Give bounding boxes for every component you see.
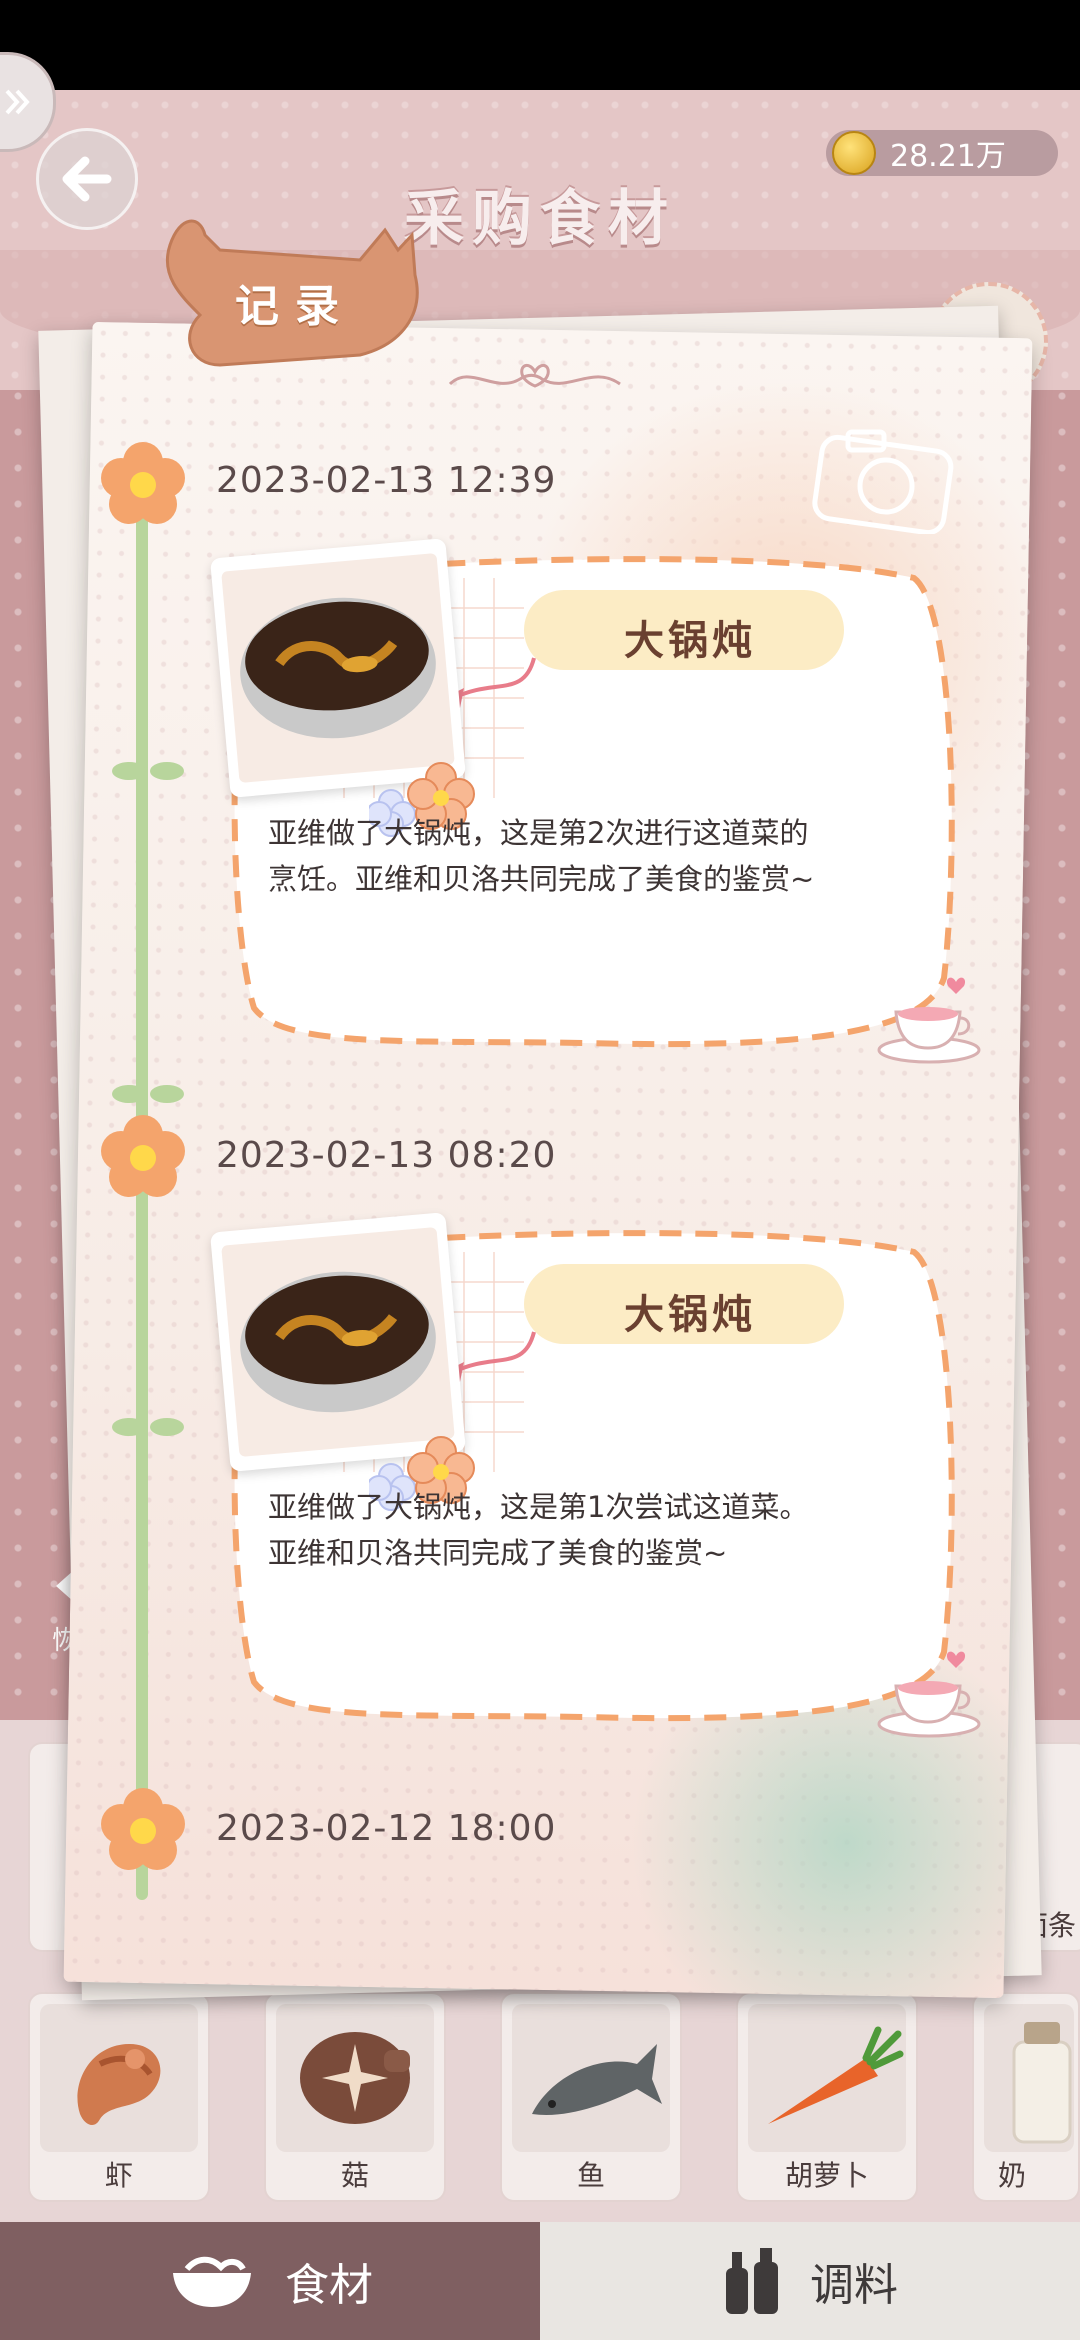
entry-timestamp: 2023-02-13 12:39 bbox=[216, 460, 557, 501]
ingredient-label: 鱼 bbox=[576, 2159, 605, 2192]
back-arrow-icon bbox=[62, 156, 112, 202]
ingredient-card-milk[interactable]: 奶 bbox=[972, 1992, 1080, 2202]
ingredient-label: 虾 bbox=[104, 2159, 133, 2192]
dish-title: 大锅炖 bbox=[624, 617, 756, 664]
tab-seasoning[interactable]: 调料 bbox=[540, 2222, 1080, 2340]
record-entry-card[interactable]: 大锅炖 亚维做了大锅炖，这是第1次尝试这道菜。 亚维和贝洛共同完成了美食的鉴赏~ bbox=[209, 1212, 981, 1738]
ingredient-card-mushroom[interactable]: 菇 bbox=[264, 1992, 446, 2202]
milk-icon bbox=[984, 2004, 1074, 2152]
leaf-icon bbox=[150, 762, 184, 780]
dish-title: 大锅炖 bbox=[624, 1291, 756, 1338]
mushroom-icon bbox=[276, 2004, 434, 2152]
ingredient-card-fish[interactable]: 鱼 bbox=[500, 1992, 682, 2202]
ingredient-card-shrimp[interactable]: 虾 bbox=[28, 1992, 210, 2202]
ingredient-card-carrot[interactable]: 胡萝卜 bbox=[736, 1992, 918, 2202]
tab-ingredients[interactable]: 食材 bbox=[0, 2222, 540, 2340]
back-button[interactable] bbox=[36, 128, 138, 230]
record-entry-card[interactable]: 大锅炖 亚维做了大锅炖，这是第2次进行这道菜的 烹饪。亚维和贝洛共同完成了美食的… bbox=[209, 538, 981, 1064]
status-bar bbox=[0, 0, 1080, 90]
teacup-icon bbox=[877, 977, 981, 1064]
fish-icon bbox=[512, 2004, 670, 2152]
leaf-icon bbox=[150, 1085, 184, 1103]
entry-description-line: 亚维和贝洛共同完成了美食的鉴赏~ bbox=[268, 1536, 728, 1570]
entry-description-line: 亚维做了大锅炖，这是第2次进行这道菜的 bbox=[268, 816, 809, 850]
leaf-icon bbox=[112, 762, 146, 780]
timeline-flower-icon bbox=[101, 1115, 185, 1197]
coin-icon bbox=[832, 131, 876, 175]
leaf-icon bbox=[150, 1418, 184, 1436]
leaf-icon bbox=[112, 1085, 146, 1103]
coin-balance: 28.21万 bbox=[826, 130, 1058, 176]
timeline-flower-icon bbox=[101, 442, 185, 524]
ingredient-label: 胡萝卜 bbox=[784, 2159, 869, 2192]
entry-description-line: 亚维做了大锅炖，这是第1次尝试这道菜。 bbox=[268, 1490, 809, 1524]
entry-description: 亚维做了大锅炖，这是第1次尝试这道菜。 亚维和贝洛共同完成了美食的鉴赏~ bbox=[268, 1484, 928, 1576]
double-chevron-icon bbox=[5, 89, 30, 115]
entry-description-line: 烹饪。亚维和贝洛共同完成了美食的鉴赏~ bbox=[268, 862, 815, 896]
shrimp-icon bbox=[40, 2004, 198, 2152]
ingredient-label: 菇 bbox=[340, 2159, 369, 2192]
record-tab-label: 记录 bbox=[235, 281, 355, 332]
bowl-icon bbox=[173, 2256, 251, 2307]
coin-amount: 28.21万 bbox=[890, 139, 1006, 174]
entry-description: 亚维做了大锅炖，这是第2次进行这道菜的 烹饪。亚维和贝洛共同完成了美食的鉴赏~ bbox=[268, 810, 928, 902]
entry-timestamp: 2023-02-13 08:20 bbox=[216, 1135, 557, 1176]
entry-timestamp: 2023-02-12 18:00 bbox=[216, 1808, 557, 1849]
tab-label: 调料 bbox=[810, 2260, 898, 2311]
teacup-icon bbox=[877, 1651, 981, 1738]
ornament-icon bbox=[448, 364, 621, 388]
ingredient-label: 奶 bbox=[998, 2159, 1027, 2192]
camera-icon bbox=[812, 429, 954, 534]
carrot-icon bbox=[748, 2004, 906, 2152]
timeline-flower-icon bbox=[101, 1788, 185, 1870]
bottles-icon bbox=[726, 2248, 778, 2314]
tab-label: 食材 bbox=[285, 2260, 373, 2311]
leaf-icon bbox=[112, 1418, 146, 1436]
